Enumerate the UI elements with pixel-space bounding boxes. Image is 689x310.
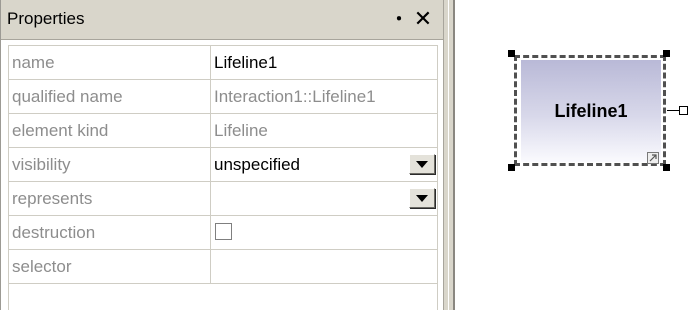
property-row-selector: selector	[8, 249, 438, 284]
dropdown-button[interactable]	[409, 188, 435, 208]
resize-grip-icon[interactable]	[647, 152, 659, 164]
qualified-name-value: Interaction1::Lifeline1	[210, 79, 438, 114]
property-row-visibility: visibility unspecified	[8, 147, 438, 182]
properties-table: name Lifeline1 qualified name Interactio…	[8, 45, 438, 284]
property-row-element-kind: element kind Lifeline	[8, 113, 438, 148]
name-field[interactable]: Lifeline1	[210, 45, 438, 80]
pin-icon[interactable]: ・	[390, 8, 408, 30]
selector-field[interactable]	[210, 249, 438, 284]
panel-header: Properties ・ ✕	[1, 0, 443, 40]
property-row-qualified-name: qualified name Interaction1::Lifeline1	[8, 79, 438, 114]
property-row-destruction: destruction	[8, 215, 438, 250]
panel-splitter[interactable]	[443, 0, 455, 310]
destruction-cell	[210, 215, 438, 250]
property-label: visibility	[8, 147, 211, 182]
table-empty-area	[8, 283, 438, 310]
property-label: element kind	[8, 113, 211, 148]
property-label: qualified name	[8, 79, 211, 114]
property-row-represents: represents	[8, 181, 438, 216]
destruction-checkbox[interactable]	[215, 223, 232, 240]
selection-frame	[514, 55, 666, 166]
properties-panel: Properties ・ ✕ name Lifeline1 qualified …	[0, 0, 443, 310]
resize-handle-bottom-right[interactable]	[663, 164, 670, 171]
diagram-canvas[interactable]: Lifeline1	[455, 0, 689, 310]
close-icon[interactable]: ✕	[412, 7, 434, 31]
property-label: represents	[8, 181, 211, 216]
property-label: destruction	[8, 215, 211, 250]
property-row-name: name Lifeline1	[8, 45, 438, 80]
panel-title: Properties	[7, 9, 85, 28]
property-label: selector	[8, 249, 211, 284]
connector-port[interactable]	[679, 106, 688, 115]
element-kind-value: Lifeline	[210, 113, 438, 148]
dropdown-button[interactable]	[409, 154, 435, 174]
visibility-select-value: unspecified	[214, 155, 301, 174]
represents-select[interactable]	[210, 181, 438, 216]
resize-handle-top-left[interactable]	[508, 50, 515, 57]
visibility-select[interactable]: unspecified	[210, 147, 438, 182]
chevron-down-icon	[416, 194, 428, 202]
property-label: name	[8, 45, 211, 80]
resize-handle-bottom-left[interactable]	[508, 164, 515, 171]
arrow-diagonal-icon	[649, 154, 657, 162]
resize-handle-top-right[interactable]	[663, 50, 670, 57]
chevron-down-icon	[416, 160, 428, 168]
